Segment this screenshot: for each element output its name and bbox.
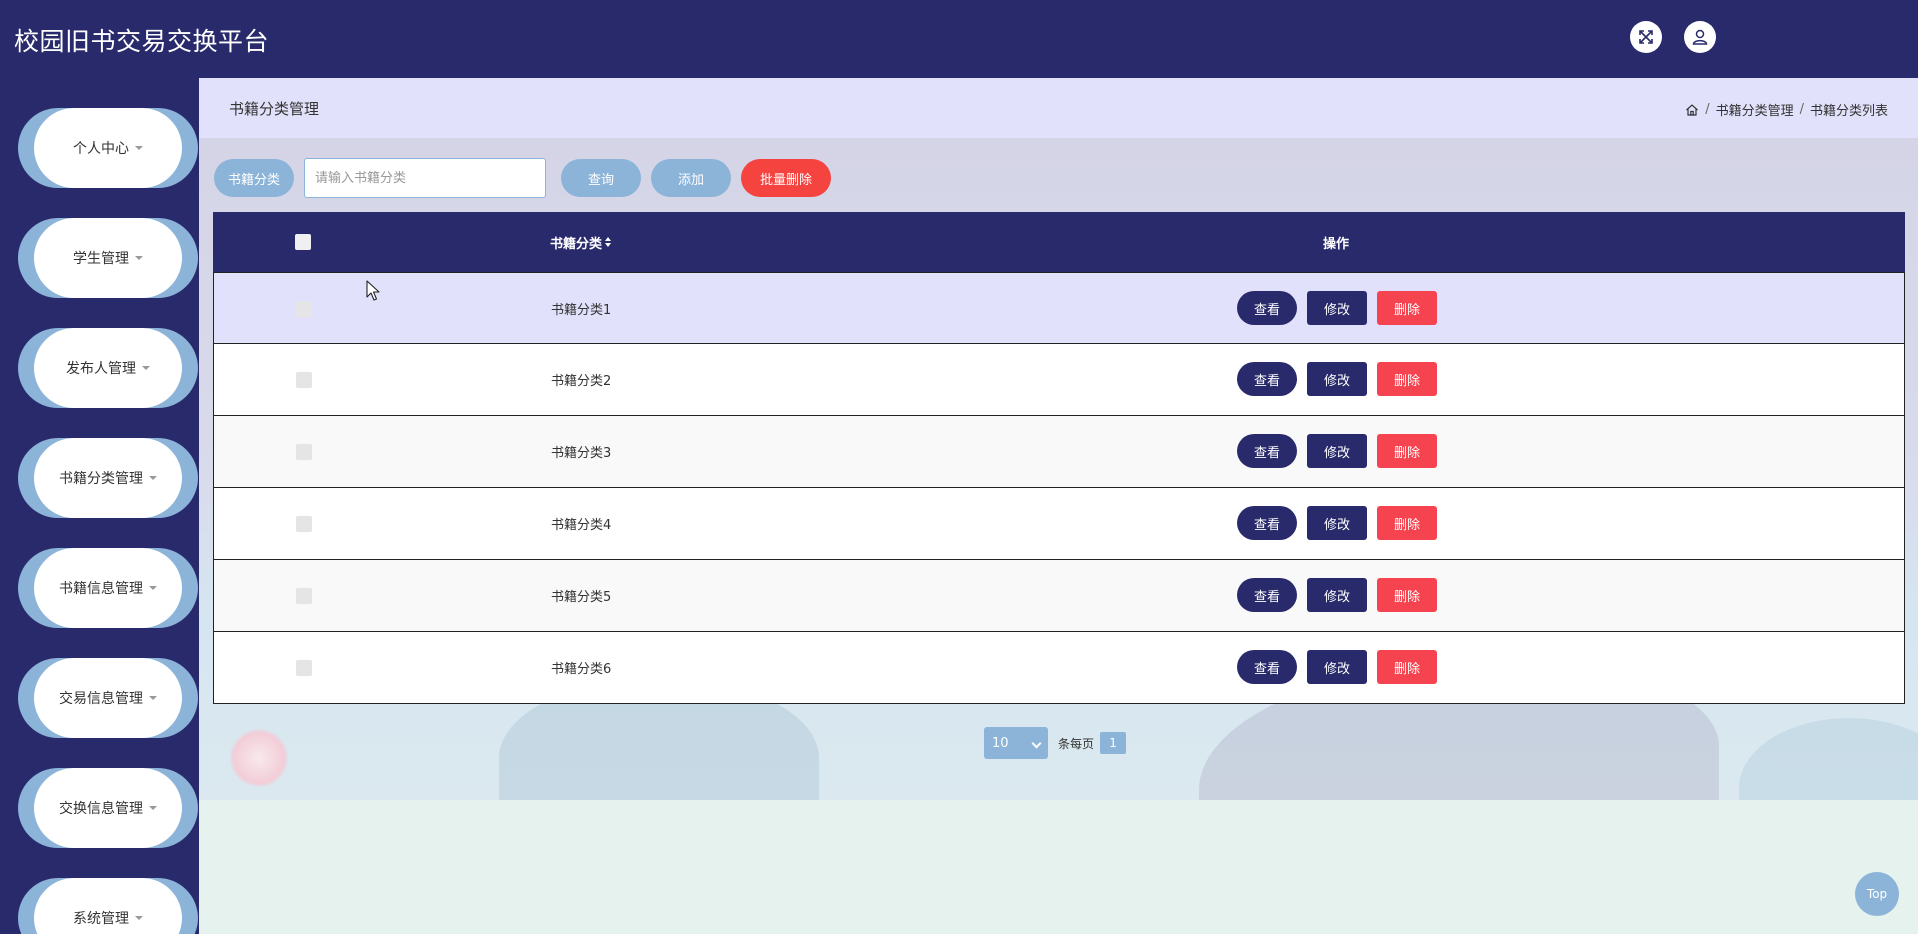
- sidebar-item-book-category-management[interactable]: 书籍分类管理: [18, 438, 198, 518]
- user-icon: [1692, 29, 1708, 45]
- sidebar-item-trade-info-management[interactable]: 交易信息管理: [18, 658, 198, 738]
- caret-down-icon: [135, 146, 143, 150]
- row-checkbox[interactable]: [296, 444, 312, 460]
- sort-icon[interactable]: [605, 237, 612, 247]
- view-button[interactable]: 查看: [1237, 434, 1297, 468]
- view-button[interactable]: 查看: [1237, 291, 1297, 325]
- breadcrumb: / 书籍分类管理 / 书籍分类列表: [1685, 100, 1888, 119]
- sidebar-item-student-management[interactable]: 学生管理: [18, 218, 198, 298]
- sidebar-item-system-management[interactable]: 系统管理: [18, 878, 198, 934]
- sidebar-item-exchange-info-management[interactable]: 交换信息管理: [18, 768, 198, 848]
- edit-button[interactable]: 修改: [1307, 650, 1367, 684]
- edit-button[interactable]: 修改: [1307, 506, 1367, 540]
- delete-button[interactable]: 删除: [1377, 434, 1437, 468]
- edit-button[interactable]: 修改: [1307, 434, 1367, 468]
- page-size-select[interactable]: 10: [984, 727, 1048, 759]
- page-size-value: 10: [992, 735, 1009, 751]
- expand-icon: [1639, 30, 1653, 44]
- search-input[interactable]: [304, 158, 546, 198]
- view-button[interactable]: 查看: [1237, 362, 1297, 396]
- category-name: 书籍分类3: [551, 446, 612, 461]
- category-table: 书籍分类 操作 书籍分类1 查看 修改 删除 书籍分类2 查看 修改 删除 书籍…: [213, 212, 1905, 704]
- sidebar-item-label: 发布人管理: [66, 361, 136, 377]
- add-button[interactable]: 添加: [651, 159, 731, 197]
- row-checkbox[interactable]: [296, 301, 312, 317]
- chevron-down-icon: [1031, 738, 1042, 749]
- sidebar-item-publisher-management[interactable]: 发布人管理: [18, 328, 198, 408]
- mouse-pointer-icon: [366, 280, 380, 301]
- delete-button[interactable]: 删除: [1377, 291, 1437, 325]
- top-header: 校园旧书交易交换平台: [0, 0, 1918, 78]
- table-row[interactable]: 书籍分类6 查看 修改 删除: [213, 632, 1905, 704]
- edit-button[interactable]: 修改: [1307, 578, 1367, 612]
- caret-down-icon: [135, 916, 143, 920]
- delete-button[interactable]: 删除: [1377, 362, 1437, 396]
- page-title-bar: 书籍分类管理 / 书籍分类管理 / 书籍分类列表: [199, 78, 1918, 138]
- sidebar-item-label: 交易信息管理: [59, 691, 143, 707]
- sidebar: 个人中心 学生管理 发布人管理 书籍分类管理 书籍信息管理 交易信息管理 交换信…: [0, 78, 199, 934]
- sidebar-item-label: 系统管理: [73, 911, 129, 927]
- decorative-leaf: [1739, 718, 1918, 800]
- column-header-category[interactable]: 书籍分类: [550, 212, 612, 272]
- table-header: 书籍分类 操作: [213, 212, 1905, 272]
- table-row[interactable]: 书籍分类2 查看 修改 删除: [213, 344, 1905, 416]
- category-name: 书籍分类6: [551, 662, 612, 677]
- decorative-flower: [229, 728, 289, 788]
- table-row[interactable]: 书籍分类1 查看 修改 删除: [213, 272, 1905, 344]
- delete-button[interactable]: 删除: [1377, 578, 1437, 612]
- column-header-label: 操作: [1323, 236, 1350, 252]
- sidebar-item-label: 书籍分类管理: [59, 471, 143, 487]
- breadcrumb-level2: 书籍分类列表: [1809, 104, 1888, 119]
- pagination: 10 条每页 1: [984, 727, 1127, 759]
- row-checkbox[interactable]: [296, 372, 312, 388]
- fullscreen-button[interactable]: [1630, 21, 1662, 53]
- sidebar-item-book-info-management[interactable]: 书籍信息管理: [18, 548, 198, 628]
- select-all-checkbox[interactable]: [295, 234, 311, 250]
- breadcrumb-level1[interactable]: 书籍分类管理: [1716, 100, 1794, 119]
- breadcrumb-separator: /: [1705, 102, 1710, 117]
- sidebar-item-label: 学生管理: [73, 251, 129, 267]
- view-button[interactable]: 查看: [1237, 506, 1297, 540]
- delete-button[interactable]: 删除: [1377, 650, 1437, 684]
- column-header-actions: 操作: [1323, 212, 1349, 272]
- view-button[interactable]: 查看: [1237, 578, 1297, 612]
- search-label: 书籍分类: [214, 159, 294, 197]
- caret-down-icon: [142, 366, 150, 370]
- caret-down-icon: [149, 586, 157, 590]
- table-row[interactable]: 书籍分类4 查看 修改 删除: [213, 488, 1905, 560]
- sidebar-item-label: 个人中心: [73, 141, 129, 157]
- row-checkbox[interactable]: [296, 516, 312, 532]
- delete-button[interactable]: 删除: [1377, 506, 1437, 540]
- caret-down-icon: [149, 476, 157, 480]
- caret-down-icon: [149, 806, 157, 810]
- column-header-label: 书籍分类: [550, 236, 603, 252]
- edit-button[interactable]: 修改: [1307, 291, 1367, 325]
- per-page-label: 条每页: [1058, 736, 1095, 751]
- home-icon[interactable]: [1685, 103, 1699, 117]
- sidebar-item-label: 交换信息管理: [59, 801, 143, 817]
- breadcrumb-separator: /: [1799, 102, 1804, 117]
- caret-down-icon: [135, 256, 143, 260]
- caret-down-icon: [149, 696, 157, 700]
- view-button[interactable]: 查看: [1237, 650, 1297, 684]
- table-row[interactable]: 书籍分类5 查看 修改 删除: [213, 560, 1905, 632]
- main-content: 书籍分类管理 / 书籍分类管理 / 书籍分类列表 书籍分类 查询 添加 批量删除…: [199, 78, 1918, 934]
- page-title: 书籍分类管理: [229, 100, 320, 118]
- category-name: 书籍分类1: [551, 303, 612, 318]
- page-number-current[interactable]: 1: [1100, 732, 1127, 754]
- app-title: 校园旧书交易交换平台: [14, 27, 270, 56]
- query-button[interactable]: 查询: [561, 159, 641, 197]
- category-name: 书籍分类4: [551, 518, 612, 533]
- sidebar-item-label: 书籍信息管理: [59, 581, 143, 597]
- category-name: 书籍分类5: [551, 590, 612, 605]
- row-checkbox[interactable]: [296, 588, 312, 604]
- table-row[interactable]: 书籍分类3 查看 修改 删除: [213, 416, 1905, 488]
- batch-delete-button[interactable]: 批量删除: [741, 159, 831, 197]
- row-checkbox[interactable]: [296, 660, 312, 676]
- edit-button[interactable]: 修改: [1307, 362, 1367, 396]
- user-menu-button[interactable]: [1684, 21, 1716, 53]
- back-to-top-button[interactable]: Top: [1855, 872, 1899, 916]
- category-name: 书籍分类2: [551, 374, 612, 389]
- sidebar-item-personal-center[interactable]: 个人中心: [18, 108, 198, 188]
